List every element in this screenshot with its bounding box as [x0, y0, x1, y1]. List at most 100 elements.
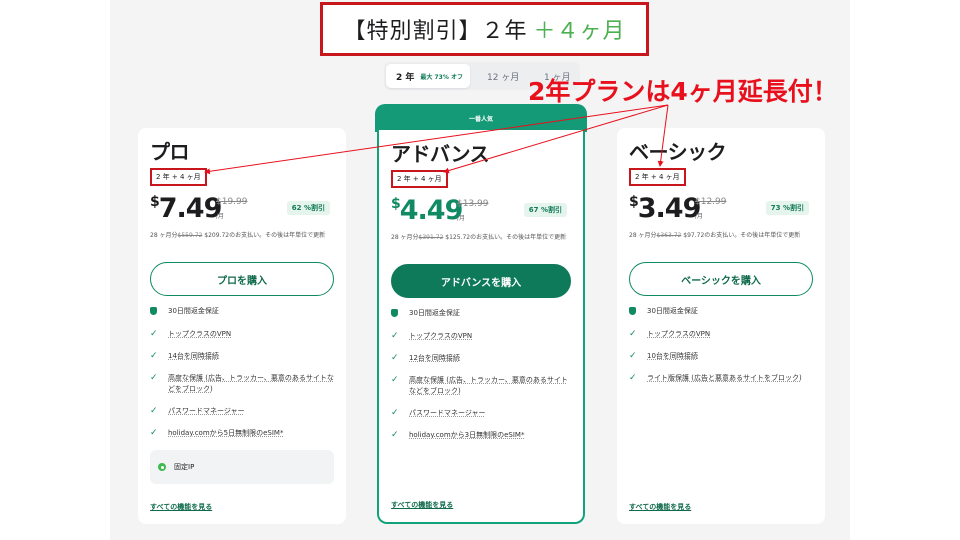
check-icon: ✓	[391, 353, 399, 363]
feature-list: 30日間返金保証 ✓ トップクラスのVPN ✓ 10台を同時接続 ✓ ライト版保護 (…	[629, 306, 813, 384]
billing-prefix: 28 ヶ月分	[391, 234, 419, 241]
tab-2-years-discount: 最大 73% オフ	[420, 73, 463, 81]
feature-item[interactable]: ✓ 高度な保護 (広告、トラッカー、悪意のあるサイトなどをブロック)	[391, 375, 571, 397]
old-price: $12.99	[695, 197, 727, 207]
billing-note: 28 ヶ月分$391.72 $125.72のお支払い。その後は年単位で更新	[391, 232, 571, 256]
billing-note: 28 ヶ月分$559.72 $209.72のお支払い。その後は年単位で更新	[150, 230, 334, 254]
plan-term-tag: 2 年 + 4 ヶ月	[150, 168, 207, 186]
plan-name: アドバンス	[391, 142, 490, 166]
billing-rest: $209.72のお支払い。その後は年単位で更新	[202, 232, 326, 239]
feature-text: パスワードマネージャー	[168, 407, 245, 415]
feature-item: 30日間返金保証	[150, 306, 334, 318]
billing-rest: $125.72のお支払い。その後は年単位で更新	[443, 234, 567, 241]
feature-text: パスワードマネージャー	[409, 409, 486, 417]
feature-item: 30日間返金保証	[629, 306, 813, 318]
check-icon: ✓	[391, 408, 399, 418]
addon-label: 固定IP	[174, 463, 195, 471]
price-amount: 7.49	[158, 193, 223, 224]
buy-basic-button[interactable]: ベーシックを購入	[629, 262, 813, 296]
plan-price: $4.49	[391, 195, 464, 226]
feature-item[interactable]: ✓ 10台を同時接続	[629, 351, 813, 362]
feature-text: トップクラスのVPN	[168, 330, 232, 338]
price-period: /月	[216, 213, 225, 220]
plan-card-advance: アドバンス 2 年 + 4 ヶ月 $4.49 $13.99 /月 67 %割引 …	[377, 130, 585, 524]
check-icon: ✓	[629, 373, 637, 383]
plan-card-pro: プロ 2 年 + 4 ヶ月 $7.49 $19.99 /月 62 %割引 28 …	[138, 128, 346, 524]
billing-struck-price: $559.72	[177, 232, 203, 239]
feature-text: holiday.comから5日無制限のeSIM*	[168, 429, 284, 437]
discount-badge: 67 %割引	[523, 203, 567, 217]
price-amount: 3.49	[637, 193, 702, 224]
check-icon: ✓	[150, 351, 158, 361]
feature-item[interactable]: ✓ パスワードマネージャー	[150, 406, 334, 417]
check-icon: ✓	[150, 373, 158, 383]
billing-struck-price: $363.72	[656, 232, 682, 239]
feature-text: 30日間返金保証	[168, 307, 219, 315]
tab-2-years[interactable]: 2 年 最大 73% オフ	[386, 64, 470, 88]
check-icon: ✓	[391, 331, 399, 341]
feature-item[interactable]: ✓ 高度な保護 (広告、トラッカー、悪意のあるサイトなどをブロック)	[150, 373, 334, 395]
see-all-features-link[interactable]: すべての機能を見る	[150, 502, 212, 512]
price-amount: 4.49	[399, 195, 464, 226]
buy-pro-button[interactable]: プロを購入	[150, 262, 334, 296]
price-row: $4.49 $13.99 /月 67 %割引	[391, 196, 571, 228]
feature-text: 高度な保護 (広告、トラッカー、悪意のあるサイトなどをブロック)	[168, 374, 334, 393]
currency-symbol: $	[150, 194, 160, 210]
feature-item[interactable]: ✓ ライト版保護 (広告と悪意あるサイトをブロック)	[629, 373, 813, 384]
feature-text: 30日間返金保証	[409, 309, 460, 317]
old-price: $19.99	[216, 197, 248, 207]
plan-price: $7.49	[150, 193, 223, 224]
annotation-text: 2年プランは4ヶ月延長付！	[528, 77, 838, 106]
plan-name: プロ	[150, 140, 190, 164]
price-period: /月	[695, 213, 704, 220]
feature-item[interactable]: ✓ トップクラスのVPN	[150, 329, 334, 340]
discount-badge: 62 %割引	[286, 201, 330, 215]
most-popular-badge: 一番人気	[375, 104, 587, 132]
tab-2-years-label: 2 年	[396, 72, 415, 83]
location-pin-icon	[158, 463, 166, 471]
billing-prefix: 28 ヶ月分	[629, 232, 657, 239]
feature-text: ライト版保護 (広告と悪意あるサイトをブロック)	[647, 374, 802, 382]
feature-list: 30日間返金保証 ✓ トップクラスのVPN ✓ 12台を同時接続 ✓ 高度な保護 (広…	[391, 308, 571, 441]
promo-title-bonus: ＋４ヶ月	[533, 19, 626, 44]
feature-text: 30日間返金保証	[647, 307, 698, 315]
feature-item[interactable]: ✓ トップクラスのVPN	[629, 329, 813, 340]
feature-item[interactable]: ✓ holiday.comから3日無制限のeSIM*	[391, 430, 571, 441]
plan-name: ベーシック	[629, 140, 727, 164]
feature-item[interactable]: ✓ パスワードマネージャー	[391, 408, 571, 419]
currency-symbol: $	[629, 194, 639, 210]
feature-list: 30日間返金保証 ✓ トップクラスのVPN ✓ 14台を同時接続 ✓ 高度な保護 (広…	[150, 306, 334, 439]
addon-static-ip[interactable]: 固定IP	[150, 450, 334, 484]
promo-title: 【特別割引】２年 ＋４ヶ月	[320, 2, 649, 56]
see-all-features-link[interactable]: すべての機能を見る	[391, 500, 453, 510]
feature-item[interactable]: ✓ 14台を同時接続	[150, 351, 334, 362]
see-all-features-link[interactable]: すべての機能を見る	[629, 502, 691, 512]
feature-text: holiday.comから3日無制限のeSIM*	[409, 431, 525, 439]
feature-text: トップクラスのVPN	[409, 332, 473, 340]
feature-text: 14台を同時接続	[168, 352, 219, 360]
check-icon: ✓	[150, 428, 158, 438]
tab-12-months[interactable]: 12 ヶ月	[487, 62, 519, 90]
check-icon: ✓	[391, 375, 399, 385]
plan-term-tag: 2 年 + 4 ヶ月	[391, 170, 448, 188]
price-period: /月	[457, 215, 466, 222]
feature-text: 10台を同時接続	[647, 352, 698, 360]
feature-item[interactable]: ✓ 12台を同時接続	[391, 353, 571, 364]
shield-icon	[629, 306, 639, 318]
feature-text: 高度な保護 (広告、トラッカー、悪意のあるサイトなどをブロック)	[409, 376, 568, 395]
feature-text: トップクラスのVPN	[647, 330, 711, 338]
plan-price: $3.49	[629, 193, 702, 224]
check-icon: ✓	[150, 406, 158, 416]
feature-item: 30日間返金保証	[391, 308, 571, 320]
shield-icon	[150, 306, 160, 318]
check-icon: ✓	[629, 329, 637, 339]
plan-card-basic: ベーシック 2 年 + 4 ヶ月 $3.49 $12.99 /月 73 %割引 …	[617, 128, 825, 524]
check-icon: ✓	[391, 430, 399, 440]
check-icon: ✓	[150, 329, 158, 339]
feature-item[interactable]: ✓ holiday.comから5日無制限のeSIM*	[150, 428, 334, 439]
feature-item[interactable]: ✓ トップクラスのVPN	[391, 331, 571, 342]
feature-text: 12台を同時接続	[409, 354, 460, 362]
shield-icon	[391, 308, 401, 320]
buy-advance-button[interactable]: アドバンスを購入	[391, 264, 571, 298]
currency-symbol: $	[391, 196, 401, 212]
